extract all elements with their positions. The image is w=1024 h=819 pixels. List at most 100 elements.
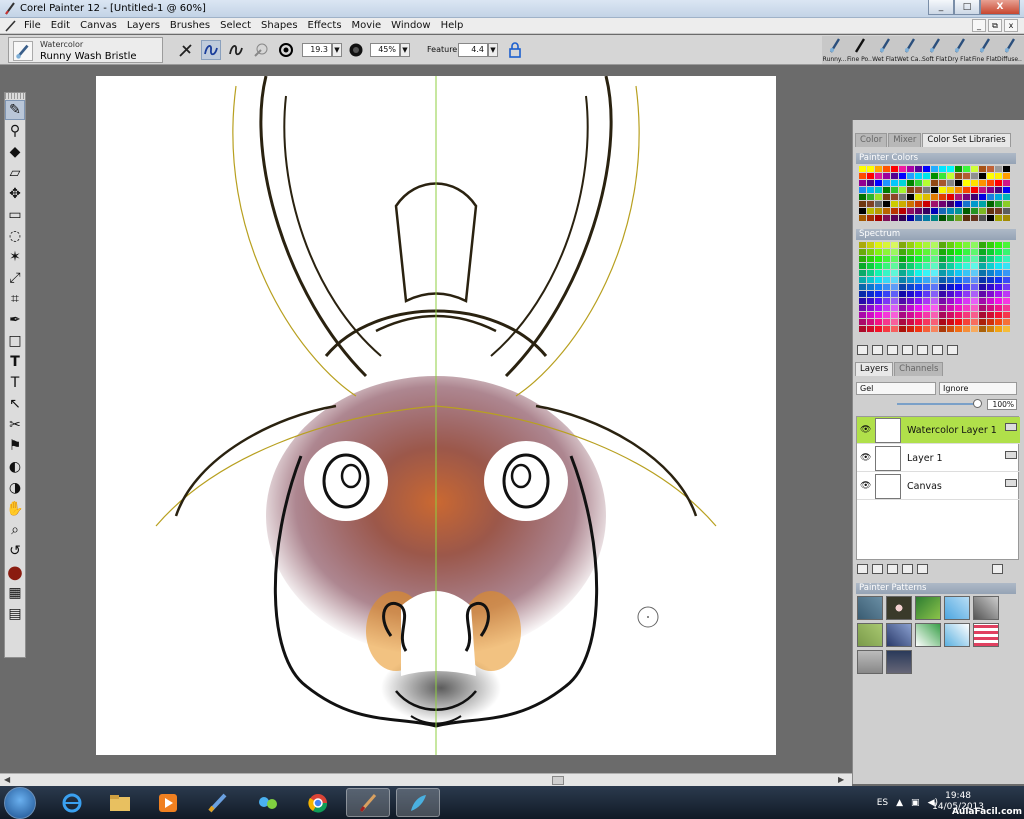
spectrum-swatch[interactable] xyxy=(963,305,970,311)
color-swatch[interactable] xyxy=(899,201,906,207)
spectrum-swatch[interactable] xyxy=(931,277,938,283)
spectrum-swatch[interactable] xyxy=(955,291,962,297)
color-swatch[interactable] xyxy=(883,215,890,221)
spectrum-swatch[interactable] xyxy=(947,249,954,255)
spectrum-swatch[interactable] xyxy=(883,263,890,269)
spectrum-swatch[interactable] xyxy=(867,256,874,262)
feather-app-icon[interactable] xyxy=(396,788,440,817)
spectrum-swatch[interactable] xyxy=(923,277,930,283)
spectrum-swatch[interactable] xyxy=(979,291,986,297)
menu-shapes[interactable]: Shapes xyxy=(261,20,298,31)
spectrum-swatch[interactable] xyxy=(859,326,866,332)
color-swatch[interactable] xyxy=(907,194,914,200)
color-swatch[interactable] xyxy=(859,187,866,193)
spectrum-swatch[interactable] xyxy=(931,263,938,269)
spectrum-swatch[interactable] xyxy=(955,298,962,304)
color-swatch[interactable] xyxy=(1003,201,1010,207)
feature-dropdown[interactable]: ▼ xyxy=(488,43,498,57)
spectrum-swatch[interactable] xyxy=(915,270,922,276)
color-swatch[interactable] xyxy=(859,180,866,186)
color-swatch[interactable] xyxy=(971,173,978,179)
spectrum-swatch[interactable] xyxy=(891,249,898,255)
color-swatch[interactable] xyxy=(963,208,970,214)
spectrum-swatch[interactable] xyxy=(923,319,930,325)
spectrum-swatch[interactable] xyxy=(891,305,898,311)
color-swatch[interactable] xyxy=(939,194,946,200)
color-swatch[interactable] xyxy=(915,173,922,179)
spectrum-swatch[interactable] xyxy=(907,263,914,269)
spectrum-swatch[interactable] xyxy=(923,298,930,304)
spectrum-swatch[interactable] xyxy=(859,312,866,318)
spectrum-swatch[interactable] xyxy=(995,312,1002,318)
color-swatch[interactable] xyxy=(995,173,1002,179)
color-swatch[interactable] xyxy=(923,173,930,179)
layer-opacity-slider[interactable] xyxy=(897,403,977,405)
recent-brush-7[interactable]: Fine Flat xyxy=(972,36,997,64)
color-swatch[interactable] xyxy=(923,166,930,172)
spectrum-swatch[interactable] xyxy=(931,298,938,304)
spectrum-swatch[interactable] xyxy=(883,277,890,283)
spectrum-swatch[interactable] xyxy=(891,242,898,248)
color-swatch[interactable] xyxy=(987,180,994,186)
tray-expand-icon[interactable]: ▲ xyxy=(896,798,903,808)
spectrum-swatch[interactable] xyxy=(995,305,1002,311)
color-swatch[interactable] xyxy=(867,215,874,221)
tab-channels[interactable]: Channels xyxy=(894,362,944,376)
spectrum-swatch[interactable] xyxy=(1003,291,1010,297)
spectrum-swatch[interactable] xyxy=(979,270,986,276)
spectrum-swatch[interactable] xyxy=(963,326,970,332)
spectrum-swatch[interactable] xyxy=(931,256,938,262)
color-swatch[interactable] xyxy=(987,173,994,179)
menu-effects[interactable]: Effects xyxy=(308,20,342,31)
spectrum-swatch[interactable] xyxy=(883,319,890,325)
spectrum-swatch[interactable] xyxy=(971,284,978,290)
text-icon[interactable]: T xyxy=(5,352,25,372)
color-swatch[interactable] xyxy=(915,194,922,200)
spectrum-swatch[interactable] xyxy=(883,249,890,255)
spectrum-swatch[interactable] xyxy=(867,298,874,304)
magic-wand-icon[interactable]: ✶ xyxy=(5,247,25,267)
spectrum-swatch[interactable] xyxy=(867,242,874,248)
spectrum-swatch[interactable] xyxy=(947,256,954,262)
transform-icon[interactable]: ⤢ xyxy=(5,268,25,288)
spectrum-swatch[interactable] xyxy=(867,249,874,255)
color-swatch[interactable] xyxy=(931,166,938,172)
spectrum-swatch[interactable] xyxy=(899,326,906,332)
color-swatch[interactable] xyxy=(867,180,874,186)
color-swatch[interactable] xyxy=(883,166,890,172)
find-color-icon[interactable] xyxy=(917,345,928,355)
color-swatch[interactable] xyxy=(859,215,866,221)
doc-close-button[interactable]: x xyxy=(1004,19,1018,32)
spectrum-swatch[interactable] xyxy=(939,277,946,283)
eye-icon[interactable]: 👁 xyxy=(860,453,871,463)
spectrum-swatch[interactable] xyxy=(891,270,898,276)
spectrum-swatch[interactable] xyxy=(915,277,922,283)
spectrum-swatch[interactable] xyxy=(923,326,930,332)
color-swatch[interactable] xyxy=(907,201,914,207)
spectrum-swatch[interactable] xyxy=(867,284,874,290)
spectrum-swatch[interactable] xyxy=(859,270,866,276)
spectrum-swatch[interactable] xyxy=(963,312,970,318)
recent-brush-3[interactable]: Wet Flat xyxy=(872,36,897,64)
color-swatch[interactable] xyxy=(867,194,874,200)
recent-brush-1[interactable]: Runny... xyxy=(822,36,847,64)
menu-window[interactable]: Window xyxy=(391,20,430,31)
spectrum-swatch[interactable] xyxy=(907,291,914,297)
color-swatch[interactable] xyxy=(955,173,962,179)
color-swatch[interactable] xyxy=(875,166,882,172)
color-swatch[interactable] xyxy=(859,201,866,207)
straight-line-stroke-icon[interactable] xyxy=(226,40,246,60)
spectrum-swatch[interactable] xyxy=(947,298,954,304)
spectrum-swatch[interactable] xyxy=(963,242,970,248)
spectrum-swatch[interactable] xyxy=(915,284,922,290)
color-swatch[interactable] xyxy=(971,201,978,207)
spectrum-swatch[interactable] xyxy=(867,326,874,332)
spectrum-swatch[interactable] xyxy=(955,284,962,290)
spectrum-swatch[interactable] xyxy=(939,291,946,297)
spectrum-swatch[interactable] xyxy=(891,284,898,290)
composite-method-select[interactable]: Gel xyxy=(856,382,936,395)
color-swatch[interactable] xyxy=(947,201,954,207)
color-swatch[interactable] xyxy=(899,215,906,221)
rect-select-icon[interactable]: ▭ xyxy=(5,205,25,225)
color-swatch[interactable] xyxy=(979,166,986,172)
